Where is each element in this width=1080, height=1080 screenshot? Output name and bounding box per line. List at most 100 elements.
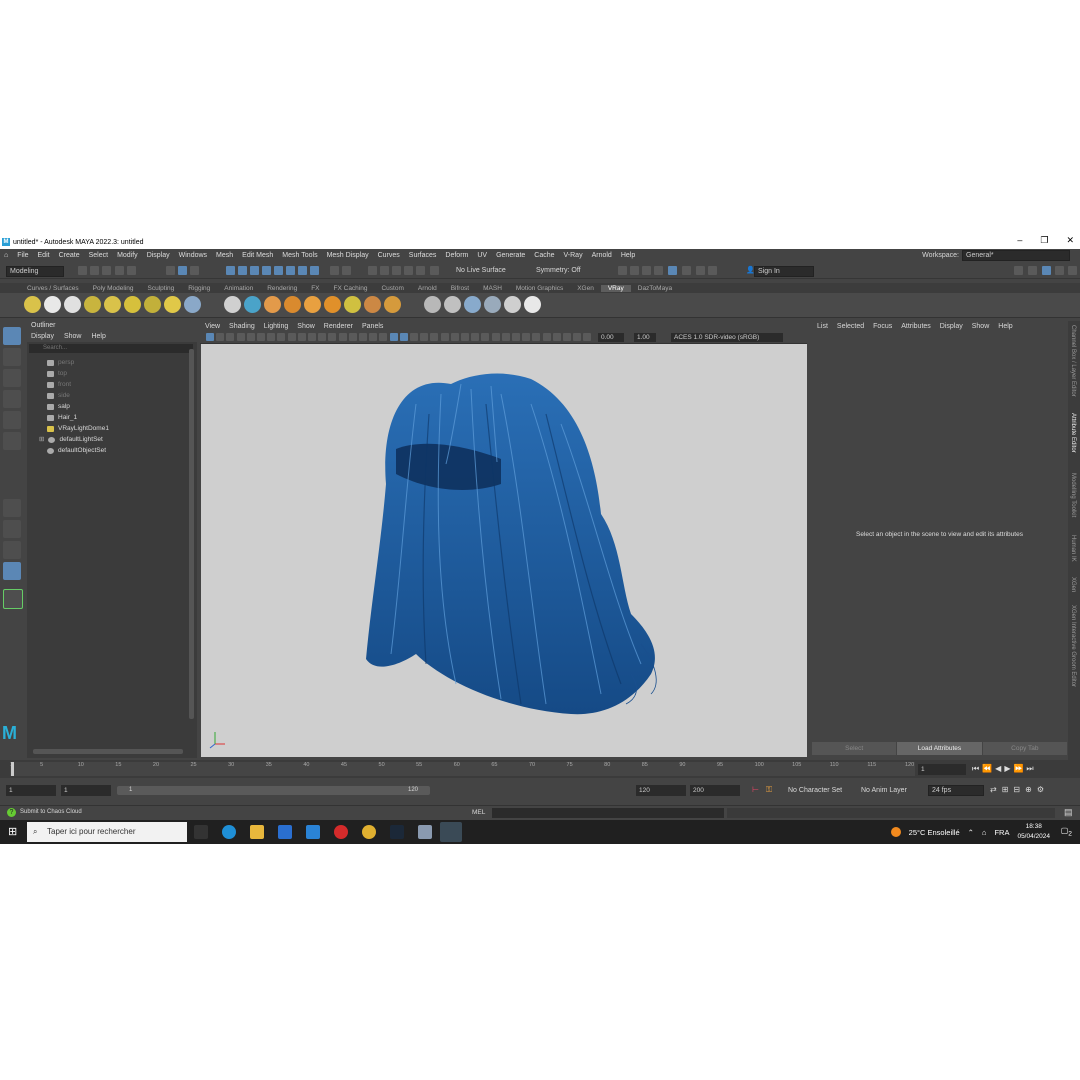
viewport-tool-icon[interactable] [440, 333, 449, 341]
render-current-icon[interactable] [618, 266, 627, 275]
outliner-item-side[interactable]: side [47, 391, 70, 401]
help-icon[interactable]: ? [7, 808, 16, 817]
fps-dropdown[interactable]: 24 fps [928, 785, 984, 796]
viewport-tool-icon[interactable] [328, 333, 337, 341]
viewport-tool-icon[interactable] [206, 333, 214, 341]
weather-text[interactable]: 25°C Ensoleillé [909, 828, 960, 837]
snap-edge-icon[interactable] [310, 266, 319, 275]
viewport-menu-view[interactable]: View [205, 323, 220, 330]
select-hierarchy-icon[interactable] [166, 266, 175, 275]
task-view-icon[interactable] [194, 825, 208, 839]
range-slider-bar[interactable]: 1 120 [117, 786, 430, 795]
current-time-indicator[interactable] [11, 762, 14, 776]
viewport-menu-panels[interactable]: Panels [362, 323, 383, 330]
menu-generate[interactable]: Generate [496, 252, 525, 259]
attr-menu-selected[interactable]: Selected [837, 323, 864, 330]
open-scene-icon[interactable] [90, 266, 99, 275]
snap-magnet-icon[interactable] [380, 266, 389, 275]
viewport-tool-icon[interactable] [287, 333, 296, 341]
shelf-tool-icon[interactable] [144, 296, 161, 313]
attr-menu-focus[interactable]: Focus [873, 323, 892, 330]
shelf-tab-arnold[interactable]: Arnold [411, 285, 444, 292]
undo-icon[interactable] [115, 266, 124, 275]
outliner-item-hair[interactable]: Hair_1 [47, 413, 77, 423]
scale-tool-icon[interactable] [3, 432, 21, 450]
menu-help[interactable]: Help [621, 252, 635, 259]
snap-together-icon[interactable] [392, 266, 401, 275]
outliner-menu-display[interactable]: Display [31, 333, 54, 340]
shelf-tool-icon[interactable] [164, 296, 181, 313]
viewport-tool-icon[interactable] [257, 333, 265, 341]
shelf-tool-icon[interactable] [324, 296, 341, 313]
viewport-tool-icon[interactable] [389, 333, 398, 341]
key-icon[interactable]: ⚿ [766, 785, 772, 795]
shelf-tool-icon[interactable] [44, 296, 61, 313]
paint-select-tool-icon[interactable] [3, 369, 21, 387]
symmetry-label[interactable]: Symmetry: Off [536, 267, 581, 274]
app-icon[interactable] [418, 825, 432, 839]
viewport-tool-icon[interactable] [267, 333, 276, 341]
file-explorer-icon[interactable] [250, 825, 264, 839]
home-icon[interactable]: ⌂ [4, 252, 8, 259]
outliner-item-defaultlightset[interactable]: ⊞ defaultLightSet [39, 435, 103, 445]
viewport-tool-icon[interactable] [297, 333, 306, 341]
shelf-tab-poly-modeling[interactable]: Poly Modeling [86, 285, 141, 292]
mel-python-toggle[interactable]: MEL [472, 809, 485, 816]
shelf-tab-rigging[interactable]: Rigging [181, 285, 217, 292]
viewport-tool-icon[interactable] [552, 333, 561, 341]
attribute-editor-toggle-icon[interactable] [1042, 266, 1051, 275]
viewport-tool-icon[interactable] [277, 333, 286, 341]
copy-tab-button[interactable]: Copy Tab [982, 742, 1067, 755]
playback-controls[interactable]: ⏮⏪◀▶⏩⏭ [972, 764, 1037, 774]
shelf-tab-fx[interactable]: FX [304, 285, 326, 292]
viewport-tool-icon[interactable] [501, 333, 510, 341]
chrome-icon[interactable] [362, 825, 376, 839]
shelf-tool-icon[interactable] [124, 296, 141, 313]
attr-menu-list[interactable]: List [817, 323, 828, 330]
menu-windows[interactable]: Windows [179, 252, 207, 259]
viewport-tool-icon[interactable] [236, 333, 245, 341]
viewport-tool-icon[interactable] [481, 333, 490, 341]
redo-icon[interactable] [127, 266, 136, 275]
viewport-tool-icon[interactable] [563, 333, 571, 341]
shelf-tab-bifrost[interactable]: Bifrost [444, 285, 476, 292]
viewport-tool-icon[interactable] [216, 333, 225, 341]
tool-settings-toggle-icon[interactable] [1055, 266, 1064, 275]
tab-xgen-groom-editor[interactable]: XGen Interactive Groom Editor [1070, 605, 1076, 687]
anim-layer-dropdown[interactable]: No Anim Layer [861, 787, 907, 794]
layout-single-icon[interactable] [1028, 266, 1037, 275]
shelf-tab-daztomaya[interactable]: DazToMaya [631, 285, 679, 292]
viewport-tool-icon[interactable] [379, 333, 388, 341]
lasso-tool-icon[interactable] [3, 348, 21, 366]
menu-select[interactable]: Select [89, 252, 108, 259]
symmetry-icon[interactable] [416, 266, 425, 275]
render-settings-icon[interactable] [654, 266, 663, 275]
outliner-vertical-scrollbar[interactable] [189, 349, 194, 719]
language-indicator[interactable]: FRA [994, 828, 1009, 837]
shelf-tab-sculpting[interactable]: Sculpting [141, 285, 182, 292]
outliner-menu-help[interactable]: Help [91, 333, 105, 340]
viewport-tool-icon[interactable] [542, 333, 551, 341]
viewport-tool-icon[interactable] [399, 333, 408, 341]
live-object-icon[interactable] [404, 266, 413, 275]
viewport-tool-icon[interactable] [532, 333, 541, 341]
snap-surface-icon[interactable] [274, 266, 283, 275]
viewport-tool-icon[interactable] [246, 333, 255, 341]
exposure-field[interactable]: 0.00 [598, 333, 624, 342]
rotate-tool-icon[interactable] [3, 411, 21, 429]
shelf-tab-curves-surfaces[interactable]: Curves / Surfaces [20, 285, 86, 292]
outliner-item-defaultobjectset[interactable]: defaultObjectSet [47, 446, 106, 456]
store-icon[interactable] [278, 825, 292, 839]
expand-icon[interactable]: ⊞ [39, 435, 44, 445]
snap-point-icon[interactable] [250, 266, 259, 275]
viewport-tool-icon[interactable] [308, 333, 316, 341]
end-time-field[interactable]: 200 [690, 785, 740, 796]
menu-curves[interactable]: Curves [378, 252, 400, 259]
outliner-item-vraylightdome[interactable]: VRayLightDome1 [47, 424, 109, 434]
start-time-field[interactable]: 1 [6, 785, 56, 796]
shelf-tool-icon[interactable] [264, 296, 281, 313]
viewport-tool-icon[interactable] [226, 333, 235, 341]
load-attributes-button[interactable]: Load Attributes [897, 742, 982, 755]
tab-xgen[interactable]: XGen [1070, 577, 1076, 592]
viewport-tool-icon[interactable] [471, 333, 480, 341]
